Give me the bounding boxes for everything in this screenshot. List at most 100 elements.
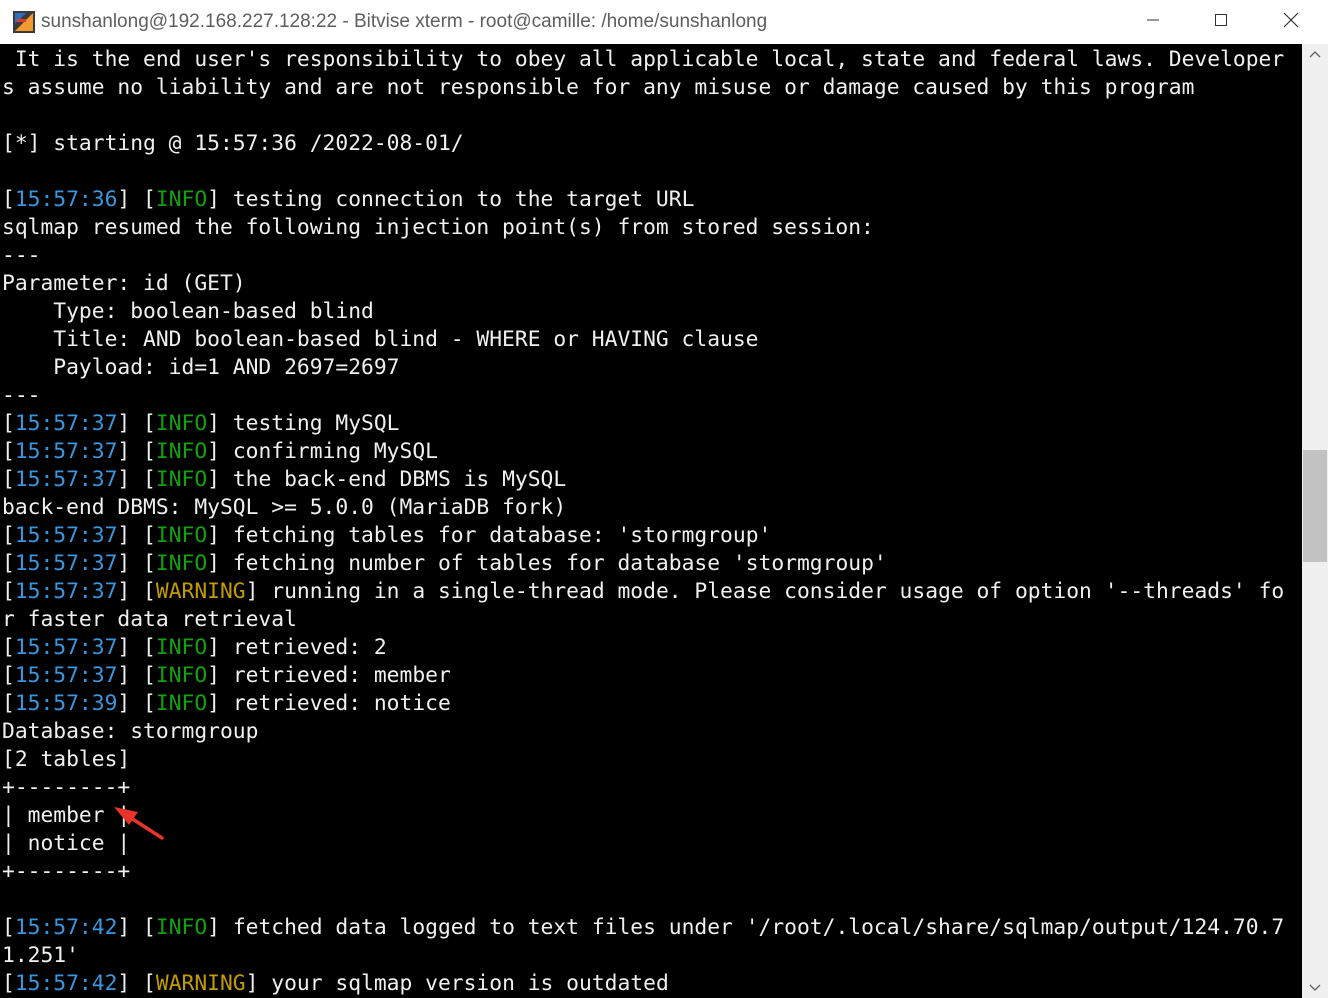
terminal-text: [2 tables]	[2, 747, 131, 772]
terminal-line: r faster data retrieval	[2, 606, 297, 634]
terminal-text: 1.251'	[2, 943, 79, 968]
log-time-text: 15:57:37	[14, 663, 118, 688]
terminal-line: [15:57:37] [INFO] fetching tables for da…	[2, 522, 771, 550]
terminal-text: [	[2, 439, 15, 464]
scrollbar-thumb[interactable]	[1303, 450, 1327, 562]
terminal-text: | notice |	[2, 831, 131, 856]
close-icon	[1283, 12, 1299, 33]
terminal-text: sqlmap resumed the following injection p…	[2, 215, 874, 240]
terminal-text: ] fetched data logged to text files unde…	[207, 915, 1285, 940]
terminal-text: ] [	[117, 523, 156, 548]
maximize-icon	[1214, 13, 1228, 32]
terminal-line: Parameter: id (GET)	[2, 270, 246, 298]
terminal-text: back-end DBMS: MySQL >= 5.0.0 (MariaDB f…	[2, 495, 567, 520]
log-info-text: INFO	[155, 467, 208, 492]
terminal-line: [15:57:37] [INFO] fetching number of tab…	[2, 550, 887, 578]
log-info-text: INFO	[155, 439, 208, 464]
terminal-text: [	[2, 187, 15, 212]
terminal-text: [*] starting @ 15:57:36 /2022-08-01/	[2, 131, 464, 156]
terminal-line: Payload: id=1 AND 2697=2697	[2, 354, 399, 382]
log-info-text: INFO	[155, 915, 208, 940]
terminal-text: r faster data retrieval	[2, 607, 297, 632]
window-title: sunshanlong@192.168.227.128:22 - Bitvise…	[41, 11, 768, 32]
terminal-text: [	[2, 523, 15, 548]
terminal-text: [	[2, 971, 15, 996]
scroll-down-arrow-icon	[1309, 979, 1321, 997]
terminal-text: ] [	[117, 411, 156, 436]
terminal-text: [	[2, 579, 15, 604]
terminal-text: ] testing MySQL	[207, 411, 400, 436]
terminal-text: Title: AND boolean-based blind - WHERE o…	[2, 327, 759, 352]
log-time-text: 15:57:37	[14, 411, 118, 436]
terminal-line: [15:57:37] [INFO] the back-end DBMS is M…	[2, 466, 566, 494]
terminal-line: It is the end user's responsibility to o…	[2, 46, 1284, 74]
log-warn-text: WARNING	[155, 971, 246, 996]
terminal-text: [	[2, 467, 15, 492]
terminal-line: [15:57:37] [INFO] testing MySQL	[2, 410, 400, 438]
terminal-text: ] confirming MySQL	[207, 439, 438, 464]
terminal-text: ] retrieved: member	[207, 663, 451, 688]
terminal-line: [15:57:37] [WARNING] running in a single…	[2, 578, 1284, 606]
terminal-text: ] the back-end DBMS is MySQL	[207, 467, 567, 492]
terminal-line: back-end DBMS: MySQL >= 5.0.0 (MariaDB f…	[2, 494, 566, 522]
terminal-text: [	[2, 915, 15, 940]
maximize-button[interactable]	[1186, 0, 1256, 44]
terminal-line: sqlmap resumed the following injection p…	[2, 214, 874, 242]
minimize-icon	[1146, 13, 1160, 32]
log-info-text: INFO	[155, 635, 208, 660]
log-info-text: INFO	[155, 523, 208, 548]
terminal-text: Parameter: id (GET)	[2, 271, 246, 296]
log-time-text: 15:57:42	[14, 915, 118, 940]
terminal-line: [15:57:37] [INFO] confirming MySQL	[2, 438, 438, 466]
terminal-text: ---	[2, 243, 41, 268]
terminal-text: Type: boolean-based blind	[2, 299, 374, 324]
terminal-text: ] [	[117, 579, 156, 604]
log-time-text: 15:57:37	[14, 635, 118, 660]
terminal-line: ---	[2, 242, 40, 270]
terminal-text: ] [	[117, 551, 156, 576]
terminal-line: Database: stormgroup	[2, 718, 258, 746]
terminal-line: [15:57:42] [INFO] fetched data logged to…	[2, 914, 1284, 942]
terminal-text: | member |	[2, 803, 131, 828]
vertical-scrollbar[interactable]	[1302, 44, 1328, 998]
log-info-text: INFO	[155, 551, 208, 576]
terminal-text: [	[2, 691, 15, 716]
terminal-line: s assume no liability and are not respon…	[2, 74, 1194, 102]
terminal-output[interactable]: It is the end user's responsibility to o…	[0, 44, 1302, 998]
terminal-text: It is the end user's responsibility to o…	[2, 47, 1285, 72]
scroll-up-button[interactable]	[1302, 44, 1328, 64]
terminal-window: sunshanlong@192.168.227.128:22 - Bitvise…	[0, 0, 1328, 998]
terminal-text: ] [	[117, 691, 156, 716]
scroll-up-arrow-icon	[1309, 45, 1321, 63]
log-time-text: 15:57:42	[14, 971, 118, 996]
log-time-text: 15:57:36	[14, 187, 118, 212]
log-time-text: 15:57:39	[14, 691, 118, 716]
terminal-text: [	[2, 663, 15, 688]
terminal-line: +--------+	[2, 774, 130, 802]
terminal-line: [2 tables]	[2, 746, 130, 774]
terminal-line: [15:57:36] [INFO] testing connection to …	[2, 186, 694, 214]
log-time-text: 15:57:37	[14, 439, 118, 464]
terminal-text: Payload: id=1 AND 2697=2697	[2, 355, 400, 380]
terminal-text: ] fetching tables for database: 'stormgr…	[207, 523, 772, 548]
scroll-down-button[interactable]	[1302, 978, 1328, 998]
terminal-text: ] [	[117, 663, 156, 688]
log-time-text: 15:57:37	[14, 467, 118, 492]
close-button[interactable]	[1256, 0, 1326, 44]
minimize-button[interactable]	[1118, 0, 1188, 44]
log-time-text: 15:57:37	[14, 579, 118, 604]
terminal-text: Database: stormgroup	[2, 719, 259, 744]
terminal-line: [15:57:37] [INFO] retrieved: member	[2, 662, 451, 690]
terminal-text: ] testing connection to the target URL	[207, 187, 695, 212]
terminal-text: +--------+	[2, 859, 131, 884]
bitvise-xterm-icon[interactable]	[12, 10, 36, 34]
terminal-line: Type: boolean-based blind	[2, 298, 374, 326]
terminal-line: 1.251'	[2, 942, 79, 970]
log-time-text: 15:57:37	[14, 551, 118, 576]
terminal-text: ] [	[117, 635, 156, 660]
terminal-text: ] [	[117, 971, 156, 996]
terminal-text: +--------+	[2, 775, 131, 800]
title-bar[interactable]: sunshanlong@192.168.227.128:22 - Bitvise…	[0, 0, 1328, 44]
terminal-text: [	[2, 635, 15, 660]
terminal-line: | notice |	[2, 830, 130, 858]
